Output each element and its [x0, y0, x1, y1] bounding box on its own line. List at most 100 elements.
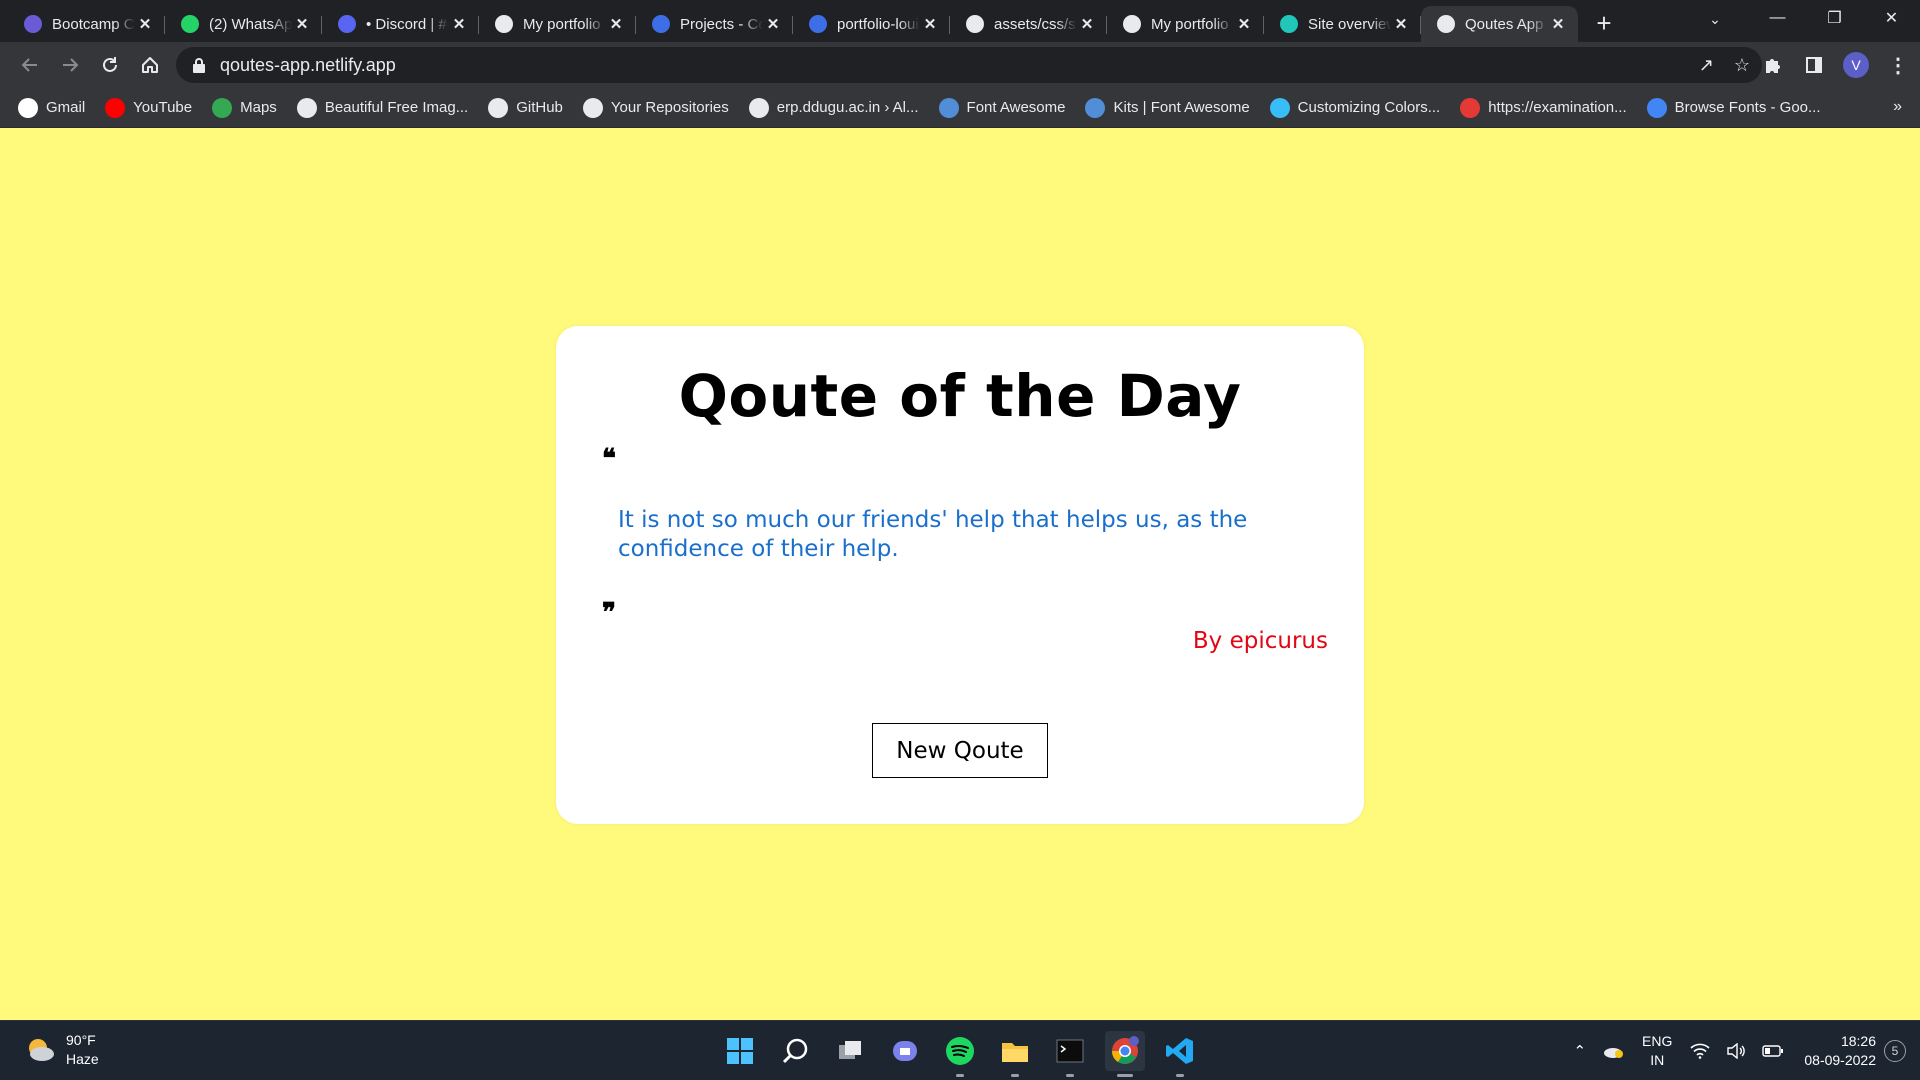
bookmark-star-icon[interactable]: ☆ [1734, 55, 1750, 76]
windows-taskbar: 90°F Haze ⌃ ENG IN 18:26 08-09-2022 5 [0, 1020, 1920, 1080]
bookmark-item[interactable]: YouTube [105, 97, 192, 118]
avatar: V [1843, 52, 1869, 78]
restore-button[interactable]: ❐ [1806, 0, 1863, 36]
quote-text: It is not so much our friends' help that… [618, 507, 1248, 562]
bookmark-item[interactable]: Browse Fonts - Goo... [1646, 97, 1821, 118]
browser-tab[interactable]: Site overview ✕ [1264, 6, 1421, 42]
omnibox-actions: ↗ ☆ [1699, 47, 1750, 83]
battery-icon[interactable] [1762, 1044, 1784, 1058]
start-button[interactable] [720, 1031, 760, 1071]
address-bar[interactable]: qoutes-app.netlify.app ↗ ☆ [176, 47, 1762, 83]
chevron-up-icon[interactable]: ⌃ [1573, 1042, 1586, 1060]
language-indicator[interactable]: ENG IN [1642, 1032, 1672, 1070]
browser-tab[interactable]: (2) WhatsApp ✕ [165, 6, 322, 42]
youtube-icon [105, 97, 126, 118]
taskbar-apps [720, 1021, 1200, 1080]
browser-tab[interactable]: portfolio-louis ✕ [793, 6, 950, 42]
search-button[interactable] [775, 1031, 815, 1071]
terminal-button[interactable] [1050, 1031, 1090, 1077]
reload-button[interactable] [90, 47, 130, 83]
chevron-down-icon: ⌄ [1709, 10, 1721, 27]
toolbar-actions: V ⋮ [1758, 42, 1912, 88]
bookmark-item[interactable]: Customizing Colors... [1269, 97, 1440, 118]
browser-tab[interactable]: assets/css/style.css✕ [950, 6, 1107, 42]
bookmarks-bar: Gmail YouTube Maps Beautiful Free Imag... Gi… [0, 88, 1920, 128]
bookmark-item[interactable]: Kits | Font Awesome [1085, 97, 1250, 118]
onedrive-icon[interactable] [1602, 1043, 1624, 1059]
bookmark-item[interactable]: GitHub [488, 97, 563, 118]
back-button[interactable] [10, 47, 50, 83]
bookmark-item[interactable]: erp.ddugu.ac.in › Al... [748, 97, 919, 118]
new-tab-button[interactable]: + [1584, 5, 1624, 41]
wifi-icon[interactable] [1690, 1043, 1710, 1059]
bookmark-item[interactable]: Beautiful Free Imag... [296, 97, 468, 118]
bookmarks-overflow-button[interactable]: » [1893, 98, 1902, 116]
lock-icon [193, 58, 205, 73]
close-tab-icon[interactable]: ✕ [292, 14, 312, 34]
puzzle-icon [1766, 59, 1780, 73]
bookmark-item[interactable]: https://examination... [1460, 97, 1627, 118]
chrome-button[interactable] [1105, 1031, 1145, 1077]
bookmark-item[interactable]: Maps [212, 97, 277, 118]
close-tab-icon[interactable]: ✕ [135, 14, 155, 34]
bookmark-label: Kits | Font Awesome [1113, 99, 1250, 116]
browser-tab[interactable]: My portfolio ✕ [1107, 6, 1264, 42]
tailwind-icon [1269, 97, 1290, 118]
vscode-icon [1166, 1038, 1193, 1064]
side-panel-button[interactable] [1800, 51, 1828, 79]
forward-button[interactable] [50, 47, 90, 83]
close-tab-icon[interactable]: ✕ [763, 14, 783, 34]
new-quote-button[interactable]: New Qoute [872, 723, 1048, 778]
minimize-button[interactable]: — [1749, 0, 1806, 36]
weather-widget[interactable]: 90°F Haze [24, 1031, 99, 1069]
bookmark-label: erp.ddugu.ac.in › Al... [776, 99, 919, 116]
close-tab-icon[interactable]: ✕ [606, 14, 626, 34]
browser-tab[interactable]: Projects - Codepen✕ [636, 6, 793, 42]
menu-button[interactable]: ⋮ [1884, 51, 1912, 79]
bookmark-item[interactable]: Your Repositories [582, 97, 729, 118]
notification-badge[interactable]: 5 [1884, 1040, 1906, 1062]
globe-icon [1123, 15, 1141, 33]
bookmark-label: Maps [240, 99, 277, 116]
share-icon[interactable]: ↗ [1699, 55, 1714, 76]
reload-icon [103, 57, 117, 72]
home-button[interactable] [130, 47, 170, 83]
file-explorer-button[interactable] [995, 1031, 1035, 1077]
tab-title: My portfolio [523, 15, 601, 33]
side-panel-icon [1806, 57, 1822, 73]
tab-search-button[interactable]: ⌄ [1695, 4, 1735, 34]
google-icon [18, 97, 38, 118]
quote-author: By epicurus [1192, 628, 1328, 654]
browser-tab[interactable]: Qoutes App ✕ [1421, 6, 1578, 42]
url-text[interactable]: qoutes-app.netlify.app [220, 55, 396, 76]
close-tab-icon[interactable]: ✕ [1548, 14, 1568, 34]
task-view-button[interactable] [830, 1031, 870, 1071]
close-tab-icon[interactable]: ✕ [1234, 14, 1254, 34]
teams-chat-button[interactable] [885, 1031, 925, 1071]
browser-tab[interactable]: My portfolio ✕ [479, 6, 636, 42]
weather-description: Haze [66, 1051, 99, 1067]
github-icon [966, 15, 984, 33]
spotify-icon [946, 1037, 974, 1065]
restore-icon: ❐ [1827, 10, 1842, 27]
browser-tab[interactable]: • Discord | #general✕ [322, 6, 479, 42]
profile-button[interactable]: V [1842, 51, 1870, 79]
close-tab-icon[interactable]: ✕ [1391, 14, 1411, 34]
bookmark-item[interactable]: Font Awesome [938, 97, 1065, 118]
browser-tab[interactable]: Bootcamp Community✕ [8, 6, 165, 42]
vscode-button[interactable] [1160, 1031, 1200, 1077]
close-tab-icon[interactable]: ✕ [449, 14, 469, 34]
arrow-right-icon [63, 58, 79, 72]
spotify-button[interactable] [940, 1031, 980, 1077]
extensions-button[interactable] [1758, 51, 1786, 79]
teams-chat-icon [893, 1041, 917, 1061]
close-window-button[interactable]: ✕ [1863, 0, 1920, 36]
clock[interactable]: 18:26 08-09-2022 [1804, 1032, 1876, 1070]
bootcamp-icon [24, 15, 42, 33]
bookmark-item[interactable]: Gmail [18, 97, 85, 118]
bookmark-label: Browse Fonts - Goo... [1674, 99, 1821, 116]
close-tab-icon[interactable]: ✕ [920, 14, 940, 34]
close-tab-icon[interactable]: ✕ [1077, 14, 1097, 34]
volume-icon[interactable] [1726, 1043, 1746, 1059]
page-title: Qoute of the Day [678, 362, 1242, 430]
